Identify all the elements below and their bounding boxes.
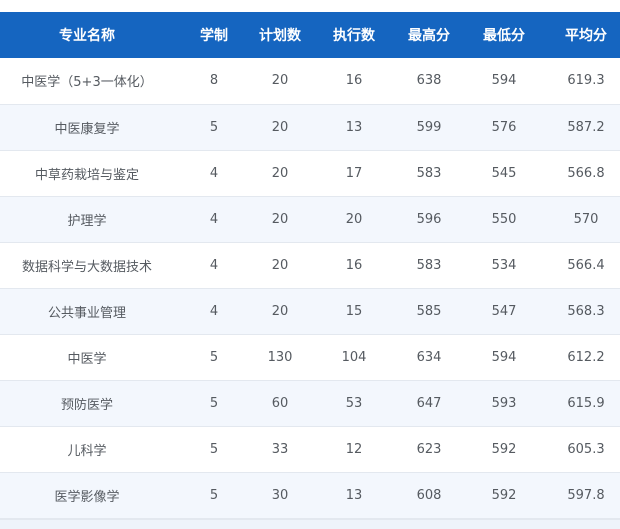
cell-executed: 13 [345,119,363,135]
cell-max-score: 599 [416,119,442,135]
cell-min-score: 545 [491,165,517,181]
cell-major-name: 中医学（5+3一体化） [21,75,153,91]
cell-executed: 17 [345,165,363,181]
cell-major-name: 中医康复学 [54,121,120,137]
cell-avg-score: 566.4 [567,257,605,273]
cell-planned: 20 [271,73,289,89]
cell-duration: 4 [209,303,219,319]
cell-major-name: 预防医学 [60,397,113,413]
cell-planned: 30 [271,487,289,503]
header-avg-score: 平均分 [565,28,607,44]
cell-duration: 5 [209,349,219,365]
cell-avg-score: 568.3 [567,303,605,319]
cell-duration: 4 [209,211,219,227]
cell-min-score: 592 [491,441,517,457]
cell-max-score: 583 [416,165,442,181]
table-row: 医学影像学 5 30 13 608 592 597.8 [0,472,620,518]
cell-duration: 5 [209,395,219,411]
cell-major-name: 中医学 [67,351,107,367]
cell-major-name: 公共事业管理 [47,305,126,321]
cell-duration: 5 [209,487,219,503]
table-row: 儿科学 5 33 12 623 592 605.3 [0,426,620,472]
cell-max-score: 623 [416,441,442,457]
cell-avg-score: 566.8 [567,165,605,181]
cell-planned: 20 [271,257,289,273]
admission-score-table-view: 专业名称 学制 计划数 执行数 最高分 最低分 平均分 中医学（5+3一体化） 8 20 16 63… [0,0,620,529]
header-planned: 计划数 [259,28,301,44]
cell-avg-score: 597.8 [567,487,605,503]
cell-major-name: 中草药栽培与鉴定 [34,167,139,183]
cell-planned: 60 [271,395,289,411]
table-row: 数据科学与大数据技术 4 20 16 583 534 566.4 [0,242,620,288]
cell-avg-score: 605.3 [567,441,605,457]
table-row: 预防医学 5 60 53 647 593 615.9 [0,380,620,426]
header-min-score: 最低分 [483,28,525,44]
cell-max-score: 596 [416,211,442,227]
cell-executed: 16 [345,257,363,273]
cell-max-score: 638 [416,73,442,89]
cell-max-score: 608 [416,487,442,503]
cell-executed: 15 [345,303,363,319]
cell-planned: 20 [271,165,289,181]
cell-executed: 53 [345,395,363,411]
cell-max-score: 583 [416,257,442,273]
cell-duration: 5 [209,441,219,457]
cell-avg-score: 570 [573,211,599,227]
header-max-score: 最高分 [408,28,450,44]
cell-executed: 20 [345,211,363,227]
cell-avg-score: 612.2 [567,349,605,365]
table-row: 护理学 4 20 20 596 550 570 [0,196,620,242]
cell-executed: 16 [345,73,363,89]
cell-executed: 13 [345,487,363,503]
cell-max-score: 647 [416,395,442,411]
cell-major-name: 数据科学与大数据技术 [21,259,152,275]
table-row: 中草药栽培与鉴定 4 20 17 583 545 566.8 [0,150,620,196]
table-header: 专业名称 学制 计划数 执行数 最高分 最低分 平均分 [0,12,620,58]
cell-min-score: 576 [491,119,517,135]
table-row: 中医学（5+3一体化） 8 20 16 638 594 619.3 [0,58,620,104]
cell-max-score: 634 [416,349,442,365]
cell-executed: 12 [345,441,363,457]
cell-major-name: 护理学 [67,213,107,229]
cell-major-name: 儿科学 [67,443,107,459]
cell-planned: 130 [267,349,293,365]
table-row: 公共事业管理 4 20 15 585 547 568.3 [0,288,620,334]
cell-planned: 20 [271,119,289,135]
cell-min-score: 550 [491,211,517,227]
cell-duration: 8 [209,73,219,89]
cell-executed: 104 [341,349,367,365]
cell-min-score: 534 [491,257,517,273]
header-executed: 执行数 [333,28,375,44]
table-row: 中医学 5 130 104 634 594 612.2 [0,334,620,380]
table-body: 中医学（5+3一体化） 8 20 16 638 594 619.3 中医康复学 5 20 13 599… [0,58,620,518]
cell-avg-score: 587.2 [567,119,605,135]
top-spacer [0,0,620,12]
cell-duration: 4 [209,257,219,273]
cell-min-score: 593 [491,395,517,411]
cell-avg-score: 615.9 [567,395,605,411]
cell-planned: 33 [271,441,289,457]
header-duration: 学制 [200,28,228,44]
cell-avg-score: 619.3 [567,73,605,89]
cell-min-score: 547 [491,303,517,319]
cell-min-score: 594 [491,73,517,89]
cell-max-score: 585 [416,303,442,319]
table-row: 中医康复学 5 20 13 599 576 587.2 [0,104,620,150]
cell-duration: 4 [209,165,219,181]
cell-min-score: 592 [491,487,517,503]
cell-major-name: 医学影像学 [54,489,120,505]
cell-min-score: 594 [491,349,517,365]
bottom-partial-row [0,518,620,529]
cell-planned: 20 [271,303,289,319]
header-major-name: 专业名称 [59,28,115,44]
cell-planned: 20 [271,211,289,227]
header-row: 专业名称 学制 计划数 执行数 最高分 最低分 平均分 [0,12,620,58]
cell-duration: 5 [209,119,219,135]
score-table: 专业名称 学制 计划数 执行数 最高分 最低分 平均分 中医学（5+3一体化） 8 20 16 63… [0,12,620,519]
